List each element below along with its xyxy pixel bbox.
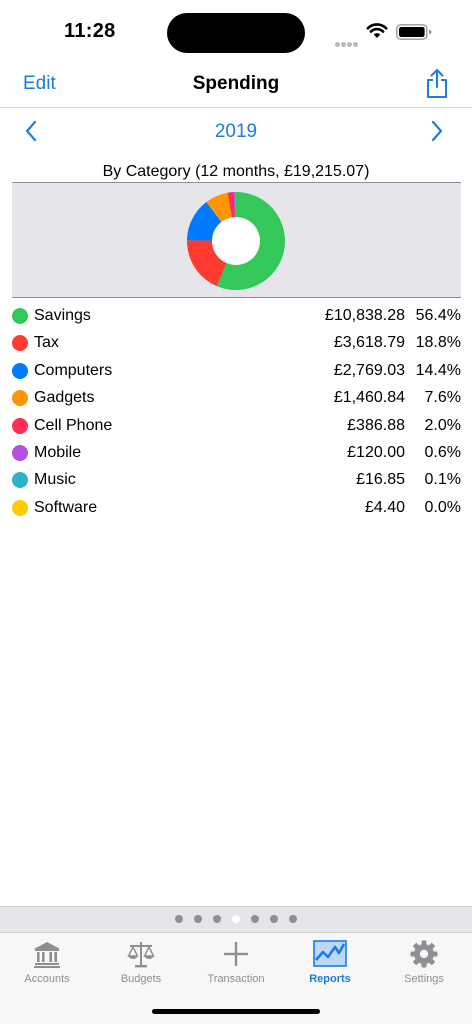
dynamic-island <box>167 13 305 53</box>
category-percent: 14.4% <box>415 361 461 379</box>
category-amount: £386.88 <box>347 416 405 434</box>
category-color-dot <box>12 308 28 324</box>
page-dot <box>232 915 240 923</box>
category-amount: £16.85 <box>356 471 405 489</box>
category-percent: 18.8% <box>415 334 461 352</box>
chevron-right-icon[interactable] <box>430 120 444 142</box>
page-dot <box>213 915 221 923</box>
tab-label: Transaction <box>207 973 265 985</box>
page-dot <box>175 915 183 923</box>
category-name: Gadgets <box>34 389 95 407</box>
tab-label: Accounts <box>24 973 70 985</box>
year-selector: 2019 <box>0 110 472 154</box>
category-list: Savings £10,838.28 56.4% Tax £3,618.79 18.8% C… <box>12 303 461 522</box>
category-color-dot <box>12 472 28 489</box>
tab-label: Settings <box>404 973 444 985</box>
category-color-dot <box>12 390 28 407</box>
category-row[interactable]: Software £4.40 0.0% <box>12 495 461 522</box>
page-dot <box>251 915 259 923</box>
scales-icon <box>127 942 155 968</box>
spending-report-screen: 11:28 Edit Spending 2019 By Category (12… <box>0 0 472 1024</box>
cellular-signal-icon <box>335 34 359 52</box>
tab-label: Budgets <box>120 973 162 985</box>
category-percent: 7.6% <box>424 389 461 407</box>
category-percent: 0.1% <box>424 471 461 489</box>
gear-icon <box>410 940 438 968</box>
category-amount: £2,769.03 <box>333 361 405 379</box>
page-dot <box>270 915 278 923</box>
page-dot <box>289 915 297 923</box>
page-title: Spending <box>192 73 280 94</box>
category-name: Music <box>34 471 76 489</box>
page-dot <box>194 915 202 923</box>
category-row[interactable]: Computers £2,769.03 14.4% <box>12 358 461 385</box>
tab-settings[interactable]: Settings <box>377 939 471 985</box>
category-row[interactable]: Mobile £120.00 0.6% <box>12 440 461 467</box>
tab-label: Reports <box>309 973 351 985</box>
page-indicator-bar <box>0 906 472 932</box>
donut-chart <box>12 182 461 298</box>
category-amount: £1,460.84 <box>333 389 405 407</box>
tab-accounts[interactable]: Accounts <box>0 939 94 985</box>
category-color-dot <box>12 417 28 434</box>
category-row[interactable]: Tax £3,618.79 18.8% <box>12 330 461 357</box>
category-row[interactable]: Music £16.85 0.1% <box>12 467 461 494</box>
battery-icon <box>396 24 432 40</box>
category-name: Tax <box>34 334 59 352</box>
home-indicator <box>152 1009 320 1014</box>
tab-budgets[interactable]: Budgets <box>94 939 188 985</box>
donut-hole <box>212 217 260 265</box>
category-row[interactable]: Gadgets £1,460.84 7.6% <box>12 385 461 412</box>
category-name: Savings <box>34 307 91 324</box>
plus-icon <box>224 942 248 966</box>
navigation-bar: Edit Spending <box>0 62 472 108</box>
category-amount: £4.40 <box>364 498 405 516</box>
category-color-dot <box>12 362 28 379</box>
category-row[interactable]: Cell Phone £386.88 2.0% <box>12 413 461 440</box>
year-label: 2019 <box>214 121 258 142</box>
donut-chart-svg <box>187 192 286 290</box>
category-percent: 56.4% <box>415 307 461 324</box>
category-amount: £10,838.28 <box>324 307 405 324</box>
category-name: Mobile <box>34 443 82 461</box>
category-amount: £3,618.79 <box>333 334 405 352</box>
category-percent: 0.0% <box>424 498 461 516</box>
share-icon[interactable] <box>424 68 450 100</box>
status-bar: 11:28 <box>0 0 472 62</box>
bank-icon <box>34 942 60 968</box>
category-amount: £120.00 <box>347 443 405 461</box>
category-color-dot <box>12 335 28 352</box>
page-indicator[interactable] <box>0 915 472 923</box>
chart-title: By Category (12 months, £19,215.07) <box>102 163 370 180</box>
tab-transaction[interactable]: Transaction <box>189 939 283 985</box>
category-name: Software <box>34 498 98 516</box>
category-color-dot <box>12 444 28 461</box>
category-percent: 2.0% <box>424 416 461 434</box>
chart-icon <box>313 940 347 967</box>
wifi-icon <box>366 23 388 38</box>
category-name: Cell Phone <box>34 416 113 434</box>
category-name: Computers <box>34 361 113 379</box>
status-time: 11:28 <box>64 20 116 42</box>
category-row[interactable]: Savings £10,838.28 56.4% <box>12 303 461 330</box>
tab-reports[interactable]: Reports <box>283 939 377 985</box>
category-color-dot <box>12 499 28 516</box>
category-percent: 0.6% <box>424 443 461 461</box>
